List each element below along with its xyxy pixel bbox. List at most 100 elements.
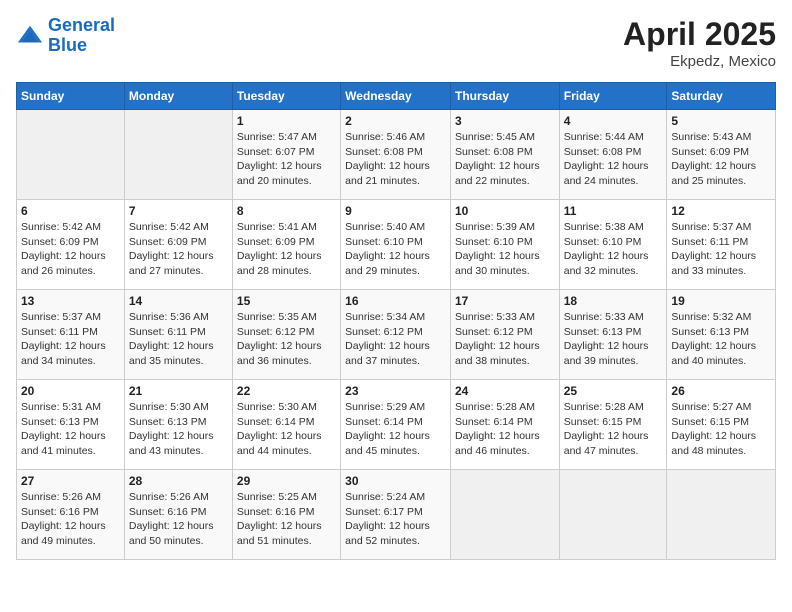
calendar-day-cell: 14Sunrise: 5:36 AMSunset: 6:11 PMDayligh… xyxy=(124,290,232,380)
day-number: 17 xyxy=(455,294,555,308)
day-number: 8 xyxy=(237,204,336,218)
calendar-week-row: 1 Sunrise: 5:47 AMSunset: 6:07 PMDaylight… xyxy=(17,110,776,200)
day-detail: Sunrise: 5:34 AMSunset: 6:12 PMDaylight:… xyxy=(345,310,446,369)
day-detail: Sunrise: 5:40 AMSunset: 6:10 PMDaylight:… xyxy=(345,220,446,279)
day-number: 23 xyxy=(345,384,446,398)
calendar-day-cell: 19 Sunrise: 5:32 AMSunset: 6:13 PMDayligh… xyxy=(667,290,776,380)
day-detail: Sunrise: 5:33 AMSunset: 6:12 PMDaylight:… xyxy=(455,310,555,369)
day-number: 25 xyxy=(564,384,663,398)
calendar-day-cell: 15Sunrise: 5:35 AMSunset: 6:12 PMDayligh… xyxy=(232,290,340,380)
calendar-day-cell: 10Sunrise: 5:39 AMSunset: 6:10 PMDayligh… xyxy=(450,200,559,290)
calendar-day-cell: 29Sunrise: 5:25 AMSunset: 6:16 PMDayligh… xyxy=(232,470,340,560)
day-detail: Sunrise: 5:29 AMSunset: 6:14 PMDaylight:… xyxy=(345,400,446,459)
day-detail: Sunrise: 5:41 AMSunset: 6:09 PMDaylight:… xyxy=(237,220,336,279)
logo-icon xyxy=(16,22,44,50)
day-detail: Sunrise: 5:25 AMSunset: 6:16 PMDaylight:… xyxy=(237,490,336,549)
day-detail: Sunrise: 5:45 AMSunset: 6:08 PMDaylight:… xyxy=(455,130,555,189)
day-detail: Sunrise: 5:37 AMSunset: 6:11 PMDaylight:… xyxy=(671,220,771,279)
calendar-day-cell: 9 Sunrise: 5:40 AMSunset: 6:10 PMDaylight… xyxy=(341,200,451,290)
weekday-header: Monday xyxy=(124,83,232,110)
logo-line1: General xyxy=(48,15,115,35)
calendar-day-cell xyxy=(559,470,667,560)
day-detail: Sunrise: 5:37 AMSunset: 6:11 PMDaylight:… xyxy=(21,310,120,369)
day-detail: Sunrise: 5:26 AMSunset: 6:16 PMDaylight:… xyxy=(129,490,228,549)
day-detail: Sunrise: 5:46 AMSunset: 6:08 PMDaylight:… xyxy=(345,130,446,189)
day-detail: Sunrise: 5:35 AMSunset: 6:12 PMDaylight:… xyxy=(237,310,336,369)
calendar-day-cell: 8 Sunrise: 5:41 AMSunset: 6:09 PMDaylight… xyxy=(232,200,340,290)
weekday-header: Wednesday xyxy=(341,83,451,110)
day-number: 22 xyxy=(237,384,336,398)
day-number: 9 xyxy=(345,204,446,218)
day-detail: Sunrise: 5:24 AMSunset: 6:17 PMDaylight:… xyxy=(345,490,446,549)
day-detail: Sunrise: 5:39 AMSunset: 6:10 PMDaylight:… xyxy=(455,220,555,279)
calendar-day-cell: 25 Sunrise: 5:28 AMSunset: 6:15 PMDayligh… xyxy=(559,380,667,470)
day-detail: Sunrise: 5:44 AMSunset: 6:08 PMDaylight:… xyxy=(564,130,663,189)
day-number: 19 xyxy=(671,294,771,308)
day-number: 1 xyxy=(237,114,336,128)
calendar-day-cell: 13Sunrise: 5:37 AMSunset: 6:11 PMDayligh… xyxy=(17,290,125,380)
day-number: 5 xyxy=(671,114,771,128)
logo: General Blue xyxy=(16,16,115,56)
calendar-day-cell: 4 Sunrise: 5:44 AMSunset: 6:08 PMDaylight… xyxy=(559,110,667,200)
day-number: 7 xyxy=(129,204,228,218)
weekday-header: Tuesday xyxy=(232,83,340,110)
title-block: April 2025 Ekpedz, Mexico xyxy=(623,16,776,70)
day-detail: Sunrise: 5:30 AMSunset: 6:13 PMDaylight:… xyxy=(129,400,228,459)
day-detail: Sunrise: 5:33 AMSunset: 6:13 PMDaylight:… xyxy=(564,310,663,369)
weekday-header: Saturday xyxy=(667,83,776,110)
day-detail: Sunrise: 5:26 AMSunset: 6:16 PMDaylight:… xyxy=(21,490,120,549)
calendar-day-cell: 7 Sunrise: 5:42 AMSunset: 6:09 PMDaylight… xyxy=(124,200,232,290)
calendar-day-cell: 11Sunrise: 5:38 AMSunset: 6:10 PMDayligh… xyxy=(559,200,667,290)
calendar-day-cell: 17 Sunrise: 5:33 AMSunset: 6:12 PMDayligh… xyxy=(450,290,559,380)
day-detail: Sunrise: 5:32 AMSunset: 6:13 PMDaylight:… xyxy=(671,310,771,369)
calendar-day-cell: 1 Sunrise: 5:47 AMSunset: 6:07 PMDaylight… xyxy=(232,110,340,200)
calendar-day-cell: 28 Sunrise: 5:26 AMSunset: 6:16 PMDayligh… xyxy=(124,470,232,560)
weekday-row: SundayMondayTuesdayWednesdayThursdayFrid… xyxy=(17,83,776,110)
calendar-day-cell: 16Sunrise: 5:34 AMSunset: 6:12 PMDayligh… xyxy=(341,290,451,380)
calendar-day-cell: 21Sunrise: 5:30 AMSunset: 6:13 PMDayligh… xyxy=(124,380,232,470)
weekday-header: Sunday xyxy=(17,83,125,110)
day-detail: Sunrise: 5:28 AMSunset: 6:14 PMDaylight:… xyxy=(455,400,555,459)
calendar-table: SundayMondayTuesdayWednesdayThursdayFrid… xyxy=(16,82,776,560)
day-number: 30 xyxy=(345,474,446,488)
calendar-day-cell xyxy=(667,470,776,560)
calendar-week-row: 13Sunrise: 5:37 AMSunset: 6:11 PMDayligh… xyxy=(17,290,776,380)
day-number: 4 xyxy=(564,114,663,128)
page-header: General Blue April 2025 Ekpedz, Mexico xyxy=(16,16,776,70)
day-detail: Sunrise: 5:31 AMSunset: 6:13 PMDaylight:… xyxy=(21,400,120,459)
weekday-header: Friday xyxy=(559,83,667,110)
day-number: 24 xyxy=(455,384,555,398)
calendar-day-cell: 24 Sunrise: 5:28 AMSunset: 6:14 PMDayligh… xyxy=(450,380,559,470)
day-detail: Sunrise: 5:47 AMSunset: 6:07 PMDaylight:… xyxy=(237,130,336,189)
calendar-week-row: 27 Sunrise: 5:26 AMSunset: 6:16 PMDayligh… xyxy=(17,470,776,560)
day-detail: Sunrise: 5:42 AMSunset: 6:09 PMDaylight:… xyxy=(21,220,120,279)
calendar-week-row: 6 Sunrise: 5:42 AMSunset: 6:09 PMDaylight… xyxy=(17,200,776,290)
calendar-day-cell: 12Sunrise: 5:37 AMSunset: 6:11 PMDayligh… xyxy=(667,200,776,290)
day-detail: Sunrise: 5:42 AMSunset: 6:09 PMDaylight:… xyxy=(129,220,228,279)
calendar-day-cell: 5 Sunrise: 5:43 AMSunset: 6:09 PMDaylight… xyxy=(667,110,776,200)
day-number: 20 xyxy=(21,384,120,398)
day-detail: Sunrise: 5:27 AMSunset: 6:15 PMDaylight:… xyxy=(671,400,771,459)
calendar-day-cell: 3 Sunrise: 5:45 AMSunset: 6:08 PMDaylight… xyxy=(450,110,559,200)
day-number: 6 xyxy=(21,204,120,218)
calendar-day-cell xyxy=(124,110,232,200)
day-number: 28 xyxy=(129,474,228,488)
calendar-day-cell: 18Sunrise: 5:33 AMSunset: 6:13 PMDayligh… xyxy=(559,290,667,380)
calendar-day-cell: 30 Sunrise: 5:24 AMSunset: 6:17 PMDayligh… xyxy=(341,470,451,560)
calendar-day-cell xyxy=(17,110,125,200)
calendar-day-cell: 27 Sunrise: 5:26 AMSunset: 6:16 PMDayligh… xyxy=(17,470,125,560)
day-detail: Sunrise: 5:43 AMSunset: 6:09 PMDaylight:… xyxy=(671,130,771,189)
day-detail: Sunrise: 5:38 AMSunset: 6:10 PMDaylight:… xyxy=(564,220,663,279)
location: Ekpedz, Mexico xyxy=(623,53,776,70)
day-detail: Sunrise: 5:28 AMSunset: 6:15 PMDaylight:… xyxy=(564,400,663,459)
calendar-header: SundayMondayTuesdayWednesdayThursdayFrid… xyxy=(17,83,776,110)
calendar-day-cell: 22Sunrise: 5:30 AMSunset: 6:14 PMDayligh… xyxy=(232,380,340,470)
day-number: 27 xyxy=(21,474,120,488)
calendar-day-cell: 6 Sunrise: 5:42 AMSunset: 6:09 PMDaylight… xyxy=(17,200,125,290)
logo-text: General Blue xyxy=(48,16,115,56)
weekday-header: Thursday xyxy=(450,83,559,110)
month-year: April 2025 xyxy=(623,16,776,53)
day-number: 3 xyxy=(455,114,555,128)
calendar-day-cell: 26Sunrise: 5:27 AMSunset: 6:15 PMDayligh… xyxy=(667,380,776,470)
calendar-body: 1 Sunrise: 5:47 AMSunset: 6:07 PMDaylight… xyxy=(17,110,776,560)
